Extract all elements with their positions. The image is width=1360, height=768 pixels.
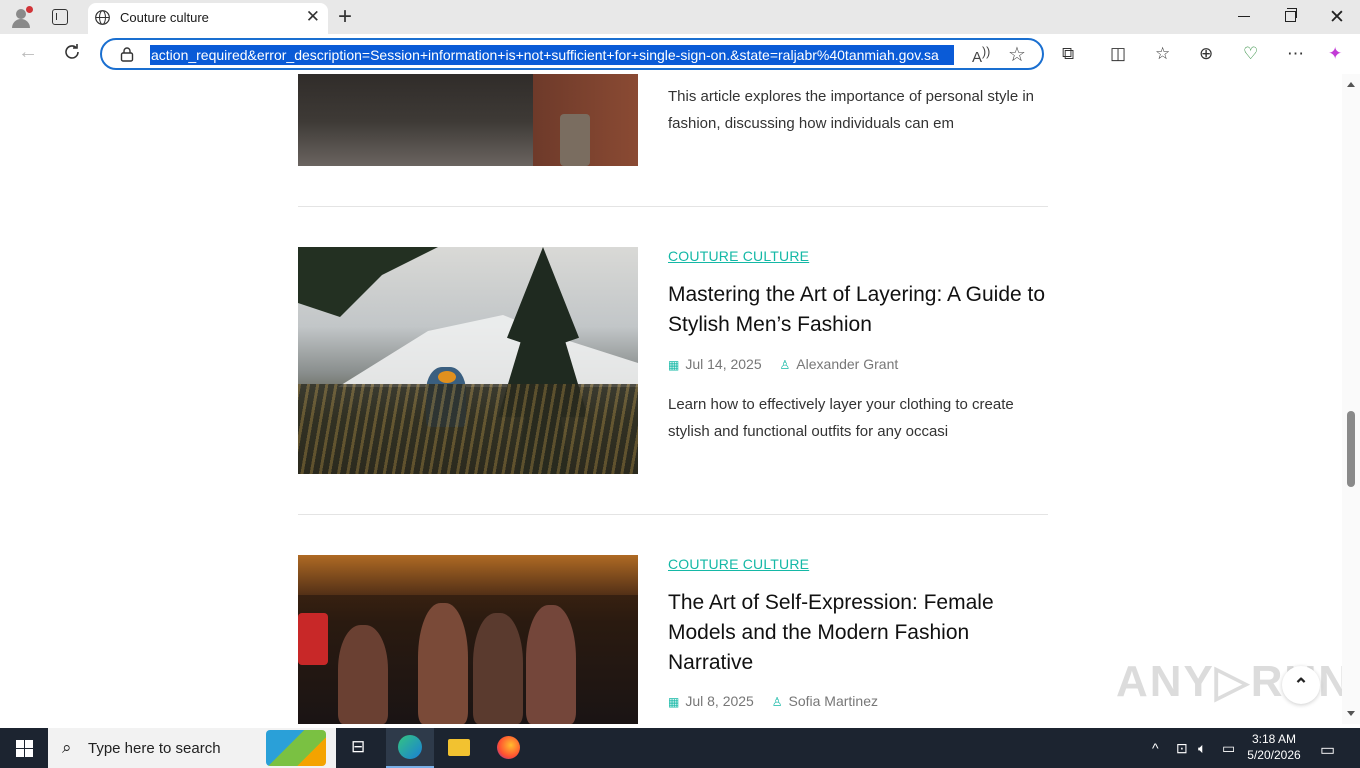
article-category-link[interactable]: COUTURE CULTURE <box>668 556 809 572</box>
article-category-link[interactable]: COUTURE CULTURE <box>668 248 809 264</box>
article-date: Jul 8, 2025 <box>685 693 754 709</box>
article-author[interactable]: Alexander Grant <box>796 356 898 372</box>
new-tab-icon[interactable]: + <box>338 3 352 31</box>
search-icon: ⌕ <box>62 738 72 757</box>
divider <box>298 206 1048 207</box>
user-icon: ♙ <box>771 695 783 709</box>
search-placeholder: Type here to search <box>88 740 221 757</box>
page-content: This article explores the importance of … <box>0 74 1342 724</box>
reload-icon[interactable] <box>62 42 82 62</box>
performance-icon[interactable]: ♡ <box>1243 44 1258 64</box>
browser-titlebar: Couture culture ✕ + ✕ <box>0 0 1360 34</box>
clock[interactable]: 3:18 AM 5/20/2026 <box>1246 731 1302 763</box>
back-to-top-button[interactable]: ⌃ <box>1282 666 1320 704</box>
action-center-icon[interactable]: ▭ <box>1320 740 1335 760</box>
calendar-icon: ▦ <box>668 358 680 372</box>
profile-icon[interactable] <box>10 6 33 28</box>
read-aloud-icon[interactable]: A)) <box>972 45 990 66</box>
clock-date: 5/20/2026 <box>1247 748 1301 762</box>
lock-icon[interactable] <box>120 47 134 62</box>
minimize-icon[interactable] <box>1238 16 1250 17</box>
task-view-icon[interactable]: ⊟ <box>337 728 385 768</box>
copilot-icon[interactable]: ✦ <box>1328 44 1342 64</box>
article-meta: ▦ Jul 14, 2025 ♙ Alexander Grant <box>668 356 898 372</box>
search-highlight-icon <box>266 730 326 766</box>
article-image[interactable] <box>298 247 638 474</box>
split-screen-icon[interactable]: ◫ <box>1110 44 1126 64</box>
article-image[interactable] <box>298 74 638 166</box>
restore-icon[interactable] <box>1285 8 1297 22</box>
firefox-icon[interactable] <box>484 728 532 768</box>
article-date: Jul 14, 2025 <box>685 356 762 372</box>
tab-title: Couture culture <box>120 10 209 25</box>
vertical-scrollbar[interactable] <box>1342 74 1360 724</box>
close-icon[interactable]: ✕ <box>306 7 320 27</box>
user-icon: ♙ <box>779 358 791 372</box>
article-title[interactable]: The Art of Self-Expression: Female Model… <box>668 588 1058 678</box>
address-bar[interactable]: action_required&error_description=Sessio… <box>100 38 1044 70</box>
browser-toolbar: ← action_required&error_description=Sess… <box>0 34 1360 74</box>
notification-tray-icon[interactable]: ▭ <box>1222 740 1235 757</box>
taskbar-search[interactable]: ⌕ Type here to search <box>48 728 336 768</box>
file-explorer-icon[interactable] <box>435 728 483 768</box>
article-author[interactable]: Sofia Martinez <box>789 693 878 709</box>
url-text[interactable]: action_required&error_description=Sessio… <box>150 45 954 65</box>
tray-overflow-icon[interactable]: ^ <box>1152 740 1159 756</box>
network-icon[interactable]: ⊡ <box>1176 740 1188 757</box>
divider <box>298 514 1048 515</box>
clock-time: 3:18 AM <box>1251 732 1297 746</box>
article-excerpt: Learn how to effectively layer your clot… <box>668 396 1014 440</box>
windows-start-icon[interactable] <box>16 740 33 757</box>
volume-icon[interactable]: 🔈︎ <box>1198 740 1206 757</box>
favorites-icon[interactable]: ☆ <box>1155 44 1170 64</box>
extensions-icon[interactable]: ⧉ <box>1062 44 1074 64</box>
article-title[interactable]: Mastering the Art of Layering: A Guide t… <box>668 280 1058 340</box>
window-close-icon[interactable]: ✕ <box>1329 6 1345 29</box>
taskbar: ⌕ Type here to search ⊟ ^ ⊡ 🔈︎ ▭ 3:18 AM… <box>0 728 1360 768</box>
globe-icon <box>95 10 110 25</box>
collections-icon[interactable]: ⊕ <box>1199 44 1213 64</box>
calendar-icon: ▦ <box>668 695 680 709</box>
article-meta: ▦ Jul 8, 2025 ♙ Sofia Martinez <box>668 693 878 709</box>
article-image[interactable] <box>298 555 638 724</box>
scroll-down-icon[interactable] <box>1347 711 1355 716</box>
favorite-icon[interactable]: ☆ <box>1008 42 1026 67</box>
back-icon[interactable]: ← <box>18 41 38 64</box>
scroll-thumb[interactable] <box>1347 411 1355 487</box>
tab-actions-icon[interactable] <box>52 9 68 25</box>
edge-taskbar-icon[interactable] <box>386 728 434 768</box>
more-icon[interactable]: ⋯ <box>1287 44 1304 64</box>
article-excerpt: This article explores the importance of … <box>668 88 1035 132</box>
tab-couture-culture[interactable]: Couture culture ✕ <box>88 3 328 34</box>
scroll-up-icon[interactable] <box>1347 82 1355 87</box>
